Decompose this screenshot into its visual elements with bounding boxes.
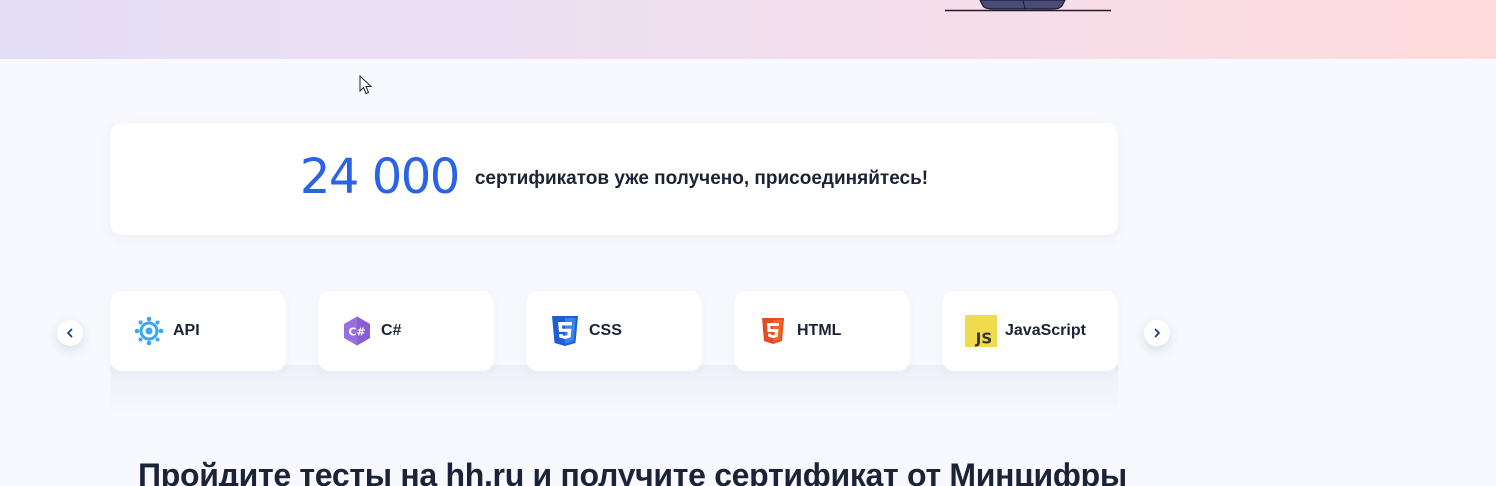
carousel-prev-button[interactable] (57, 320, 83, 346)
svg-text:JS: JS (975, 330, 992, 348)
certificates-count: 24 000 (299, 149, 460, 205)
svg-text:C#: C# (348, 326, 365, 339)
skill-card-html[interactable]: HTML (734, 291, 910, 371)
skill-card-label: CSS (589, 322, 622, 339)
skill-card-label: API (173, 322, 200, 339)
skill-card-label: JavaScript (1005, 322, 1086, 339)
api-icon (133, 315, 165, 347)
skill-card-css[interactable]: CSS (526, 291, 702, 371)
carousel-shadow (110, 365, 1118, 415)
hero-illustration (945, 0, 1111, 12)
section-title: Пройдите тесты на hh.ru и получите серти… (138, 457, 1127, 486)
skill-card-label: HTML (797, 322, 842, 339)
skill-card-label: C# (381, 322, 402, 339)
certificates-stats-card: 24 000 сертификатов уже получено, присое… (110, 123, 1118, 235)
skill-card-javascript[interactable]: JS JavaScript (942, 291, 1118, 371)
certificates-caption: сертификатов уже получено, присоединяйте… (474, 168, 929, 189)
chevron-right-icon (1154, 328, 1160, 338)
html5-icon (757, 315, 789, 347)
carousel-next-button[interactable] (1144, 320, 1170, 346)
chevron-left-icon (67, 328, 73, 338)
skill-card-api[interactable]: API (110, 291, 286, 371)
css3-icon (549, 315, 581, 347)
mouse-cursor-icon (359, 75, 373, 95)
hero-banner (0, 0, 1496, 59)
csharp-icon: C# (341, 315, 373, 347)
javascript-icon: JS (965, 315, 997, 347)
skill-card-csharp[interactable]: C# C# (318, 291, 494, 371)
